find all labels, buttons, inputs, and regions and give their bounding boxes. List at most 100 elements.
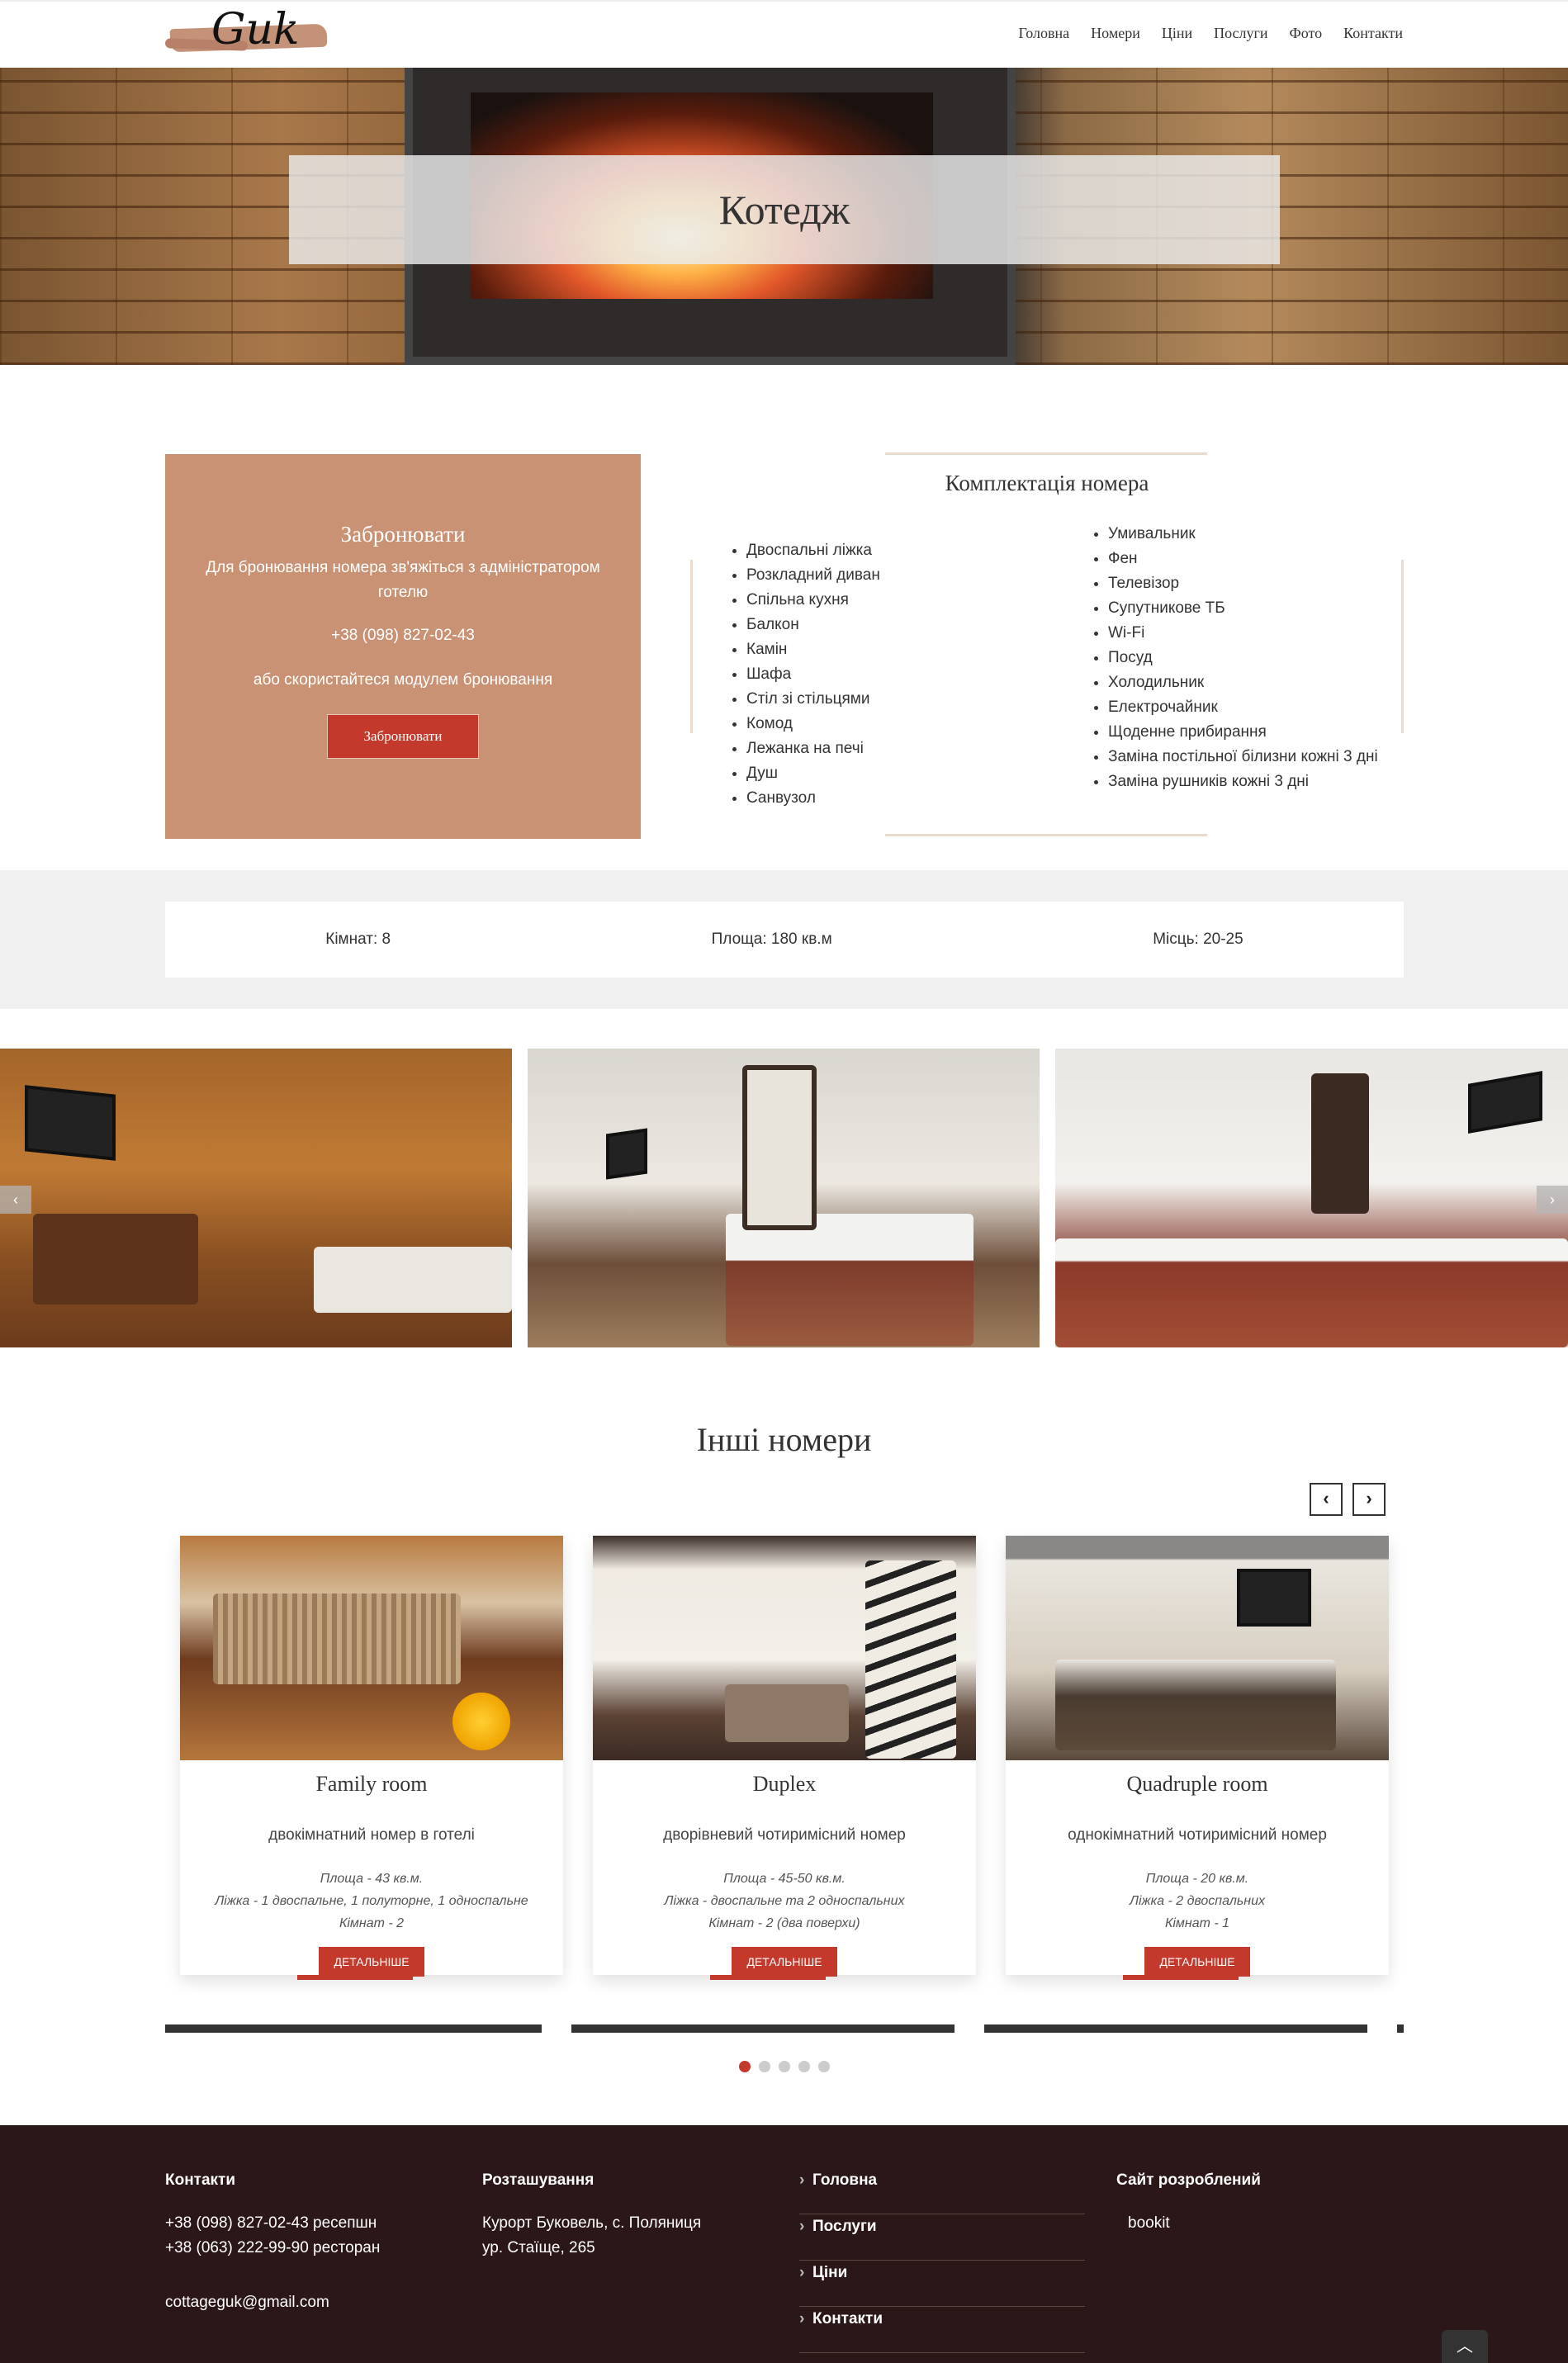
footer-email[interactable]: cottageguk@gmail.com — [165, 2290, 380, 2315]
door-image — [1311, 1073, 1369, 1214]
tv-image — [1237, 1569, 1311, 1627]
divider — [885, 452, 1207, 455]
carousel-pagination — [0, 2061, 1568, 2072]
details-button[interactable]: Детальніше — [1123, 1947, 1250, 1980]
nav-prices[interactable]: Ціни — [1162, 25, 1192, 42]
amenity-item: Заміна рушників кожні 3 дні — [1108, 770, 1386, 794]
stat-area: Площа: 180 кв.м — [711, 931, 832, 948]
room-count: Кімнат - 1 — [1164, 1916, 1230, 1930]
footer-address-line2: ур. Стаїще, 265 — [482, 2239, 595, 2256]
amenity-item: Фен — [1108, 547, 1386, 571]
amenity-item: Електрочайник — [1108, 695, 1386, 720]
room-area: Площа - 20 кв.м. — [1145, 1872, 1249, 1886]
carousel-dot[interactable] — [738, 2061, 751, 2072]
tv-image — [25, 1085, 116, 1161]
booking-phone[interactable]: +38 (098) 827-02-43 — [165, 623, 641, 648]
gallery-next-button[interactable]: › — [1537, 1186, 1568, 1214]
amenity-item: Холодильник — [1108, 670, 1386, 695]
fruit-image — [452, 1693, 510, 1750]
room-card[interactable]: Duplex дворівневий чотиримісний номер Пл… — [593, 1536, 976, 1980]
room-desc: дворівневий чотиримісний номер — [663, 1826, 906, 1844]
booking-title: Забронювати — [340, 522, 466, 547]
footer-contacts: Контакти +38 (098) 827-02-43 ресепшн +38… — [165, 2171, 380, 2315]
amenity-item: Лежанка на печі — [746, 736, 880, 761]
room-beds: Ліжка - двоспальне та 2 односпальних — [664, 1894, 905, 1908]
amenity-item: Умивальник — [1108, 522, 1386, 547]
gallery-photo[interactable] — [528, 1049, 1040, 1347]
site-header: Guk Головна Номери Ціни Послуги Фото Кон… — [0, 0, 1568, 68]
room-card[interactable]: Family room двокімнатний номер в готелі … — [180, 1536, 563, 1980]
page-title: Котедж — [718, 187, 850, 233]
carousel-prev-button[interactable]: ‹ — [1310, 1483, 1343, 1516]
nav-services[interactable]: Послуги — [1214, 25, 1267, 42]
room-beds: Ліжка - 2 двоспальних — [1130, 1894, 1265, 1908]
amenity-item: Телевізор — [1108, 571, 1386, 596]
amenity-item: Двоспальні ліжка — [746, 538, 880, 563]
room-meta: Площа - 20 кв.м. Ліжка - 2 двоспальних К… — [1006, 1868, 1389, 1934]
room-photo — [180, 1536, 563, 1760]
bed-image — [314, 1247, 512, 1313]
nav-photo[interactable]: Фото — [1290, 25, 1323, 42]
room-photo — [593, 1536, 976, 1760]
scroll-to-top-button[interactable]: ︿ — [1442, 2330, 1488, 2363]
amenities-section: Комплектація номера Двоспальні ліжка Роз… — [690, 452, 1404, 841]
carousel-next-button[interactable]: › — [1352, 1483, 1386, 1516]
carousel-dot[interactable] — [778, 2061, 790, 2072]
bed-image — [1055, 1238, 1568, 1347]
nav-contacts[interactable]: Контакти — [1343, 25, 1403, 42]
footer-phone-reception[interactable]: +38 (098) 827-02-43 ресепшн — [165, 2211, 380, 2236]
amenity-item: Щоденне прибирання — [1108, 720, 1386, 745]
bed-image — [725, 1684, 849, 1742]
footer-developer: Сайт розроблений bookit — [1116, 2171, 1261, 2236]
book-button[interactable]: Забронювати — [327, 714, 479, 759]
gallery-prev-button[interactable]: ‹ — [0, 1186, 31, 1214]
footer-link-services[interactable]: Послуги — [799, 2214, 1085, 2261]
footer-link-prices[interactable]: Ціни — [799, 2261, 1085, 2307]
footer-link-contacts[interactable]: Контакти — [799, 2307, 1085, 2353]
bed-image — [1055, 1660, 1336, 1750]
booking-text: Для бронювання номера зв'яжіться з адмін… — [206, 559, 600, 601]
room-name: Family room — [315, 1772, 428, 1796]
room-meta: Площа - 45-50 кв.м. Ліжка - двоспальне т… — [593, 1868, 976, 1934]
amenity-item: Розкладний диван — [746, 563, 880, 588]
amenities-list-1: Двоспальні ліжка Розкладний диван Спільн… — [727, 538, 880, 811]
room-meta: Площа - 43 кв.м. Ліжка - 1 двоспальне, 1… — [180, 1868, 563, 1934]
hero-title-box: Котедж — [289, 155, 1280, 264]
details-button[interactable]: Детальніше — [710, 1947, 837, 1980]
amenity-item: Спільна кухня — [746, 588, 880, 613]
room-desc: однокімнатний чотиримісний номер — [1068, 1826, 1327, 1844]
room-card[interactable]: Quadruple room однокімнатний чотиримісни… — [1006, 1536, 1389, 1980]
dresser-image — [33, 1214, 198, 1305]
nav-home[interactable]: Головна — [1018, 25, 1069, 42]
bed-image — [726, 1214, 973, 1346]
site-logo[interactable]: Guk — [164, 5, 330, 64]
room-stats: Кімнат: 8 Площа: 180 кв.м Місць: 20-25 — [165, 902, 1404, 978]
amenity-item: Стіл зі стільцями — [746, 687, 880, 712]
booking-box: Забронювати Для бронювання номера зв'яжі… — [165, 454, 641, 839]
amenities-title: Комплектація номера — [945, 471, 1149, 495]
footer-phone-restaurant[interactable]: +38 (063) 222-99-90 ресторан — [165, 2236, 380, 2261]
other-rooms-title: Інші номери — [696, 1421, 872, 1458]
nav-rooms[interactable]: Номери — [1091, 25, 1140, 42]
bed-image — [213, 1593, 461, 1684]
stat-rooms: Кімнат: 8 — [325, 931, 391, 948]
window-image — [742, 1065, 817, 1230]
gallery-photo[interactable] — [0, 1049, 512, 1347]
card-footer-bar — [1397, 1536, 1404, 2033]
booking-or-text: або скористайтеся модулем бронювання — [253, 671, 553, 689]
carousel-dot[interactable] — [817, 2061, 830, 2072]
footer-dev-title: Сайт розроблений — [1116, 2171, 1261, 2189]
bookit-logo[interactable]: bookit — [1128, 2211, 1261, 2236]
site-footer: Контакти +38 (098) 827-02-43 ресепшн +38… — [0, 2125, 1568, 2363]
carousel-dot[interactable] — [758, 2061, 770, 2072]
footer-location: Розташування Курорт Буковель, с. Поляниц… — [482, 2171, 701, 2261]
room-count: Кімнат - 2 (два поверхи) — [708, 1916, 860, 1930]
photo-gallery — [0, 1049, 1568, 1347]
gallery-photo[interactable] — [1055, 1049, 1568, 1347]
footer-link-home[interactable]: Головна — [799, 2168, 1085, 2214]
amenities-list-2: Умивальник Фен Телевізор Супутникове ТБ … — [1088, 522, 1386, 794]
details-button[interactable]: Детальніше — [297, 1947, 424, 1980]
amenity-item: Заміна постільної білизни кожні 3 дні — [1108, 745, 1386, 770]
amenity-item: Супутникове ТБ — [1108, 596, 1386, 621]
carousel-dot[interactable] — [798, 2061, 810, 2072]
